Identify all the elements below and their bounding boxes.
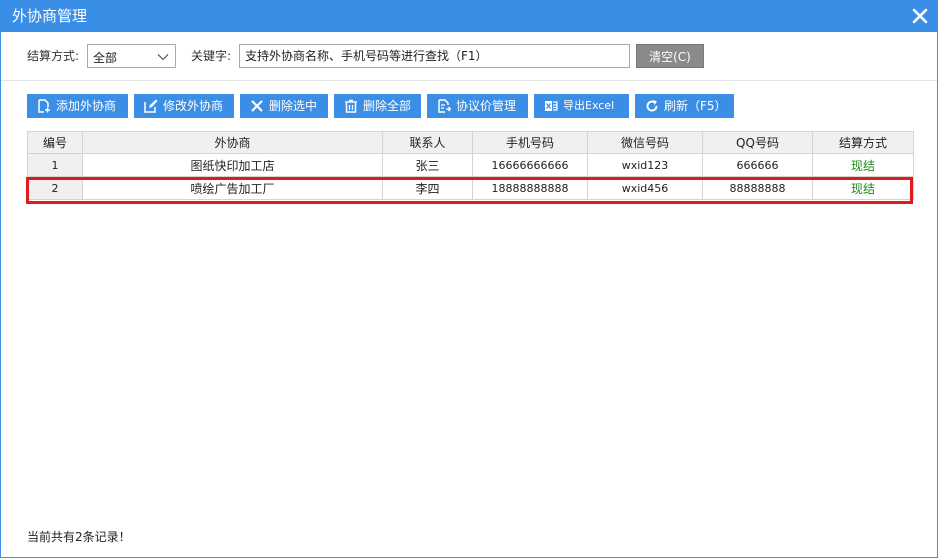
supplier-table: 编号 外协商 联系人 手机号码 微信号码 QQ号码 结算方式 1 图纸快印加工店… (27, 131, 914, 200)
excel-icon (545, 101, 558, 111)
column-header-wechat[interactable]: 微信号码 (587, 131, 703, 154)
agreed-price-label: 协议价管理 (456, 99, 517, 113)
cell-supplier: 图纸快印加工店 (82, 153, 383, 177)
title-bar: 外协商管理 (1, 1, 937, 32)
table-row[interactable]: 2 喷绘广告加工厂 李四 18888888888 wxid456 8888888… (27, 176, 914, 200)
filter-bar: 结算方式: 全部 关键字: 清空(C) (1, 32, 937, 81)
x-icon (251, 100, 263, 112)
keyword-search-input[interactable] (239, 44, 630, 68)
delete-all-button[interactable]: 删除全部 (334, 94, 421, 118)
refresh-icon (646, 100, 658, 112)
edit-supplier-label: 修改外协商 (163, 99, 224, 113)
cell-phone: 16666666666 (472, 153, 588, 177)
close-icon[interactable] (912, 8, 928, 24)
keyword-label: 关键字: (191, 49, 232, 63)
cell-qq: 666666 (702, 153, 813, 177)
table-header-row: 编号 外协商 联系人 手机号码 微信号码 QQ号码 结算方式 (27, 131, 914, 154)
column-header-qq[interactable]: QQ号码 (702, 131, 813, 154)
export-excel-label: 导出Excel (563, 99, 615, 112)
edit-supplier-button[interactable]: 修改外协商 (134, 94, 234, 118)
delete-all-label: 删除全部 (363, 99, 412, 113)
record-count-status: 当前共有2条记录！ (27, 530, 131, 544)
add-supplier-button[interactable]: 添加外协商 (27, 94, 128, 118)
window-title: 外协商管理 (12, 7, 88, 25)
column-header-supplier[interactable]: 外协商 (82, 131, 383, 154)
delete-selected-label: 删除选中 (269, 99, 318, 113)
chevron-down-icon (157, 54, 169, 61)
export-excel-button[interactable]: 导出Excel (534, 94, 629, 118)
column-header-contact[interactable]: 联系人 (382, 131, 473, 154)
cell-settlement: 现结 (812, 176, 914, 200)
settlement-select-value: 全部 (93, 51, 118, 65)
add-supplier-label: 添加外协商 (56, 99, 117, 113)
settlement-label: 结算方式: (27, 49, 80, 63)
add-file-icon (38, 99, 50, 113)
settlement-select[interactable]: 全部 (87, 44, 176, 68)
supplier-management-window: 外协商管理 结算方式: 全部 关键字: 清空(C) 添加外协商 (0, 0, 938, 558)
cell-supplier: 喷绘广告加工厂 (82, 176, 383, 200)
trash-icon (345, 99, 357, 113)
clear-button[interactable]: 清空(C) (636, 44, 704, 68)
cell-settlement: 现结 (812, 153, 914, 177)
cell-no: 1 (27, 153, 83, 177)
cell-phone: 18888888888 (472, 176, 588, 200)
column-header-no[interactable]: 编号 (27, 131, 83, 154)
delete-selected-button[interactable]: 删除选中 (240, 94, 328, 118)
cell-wechat: wxid123 (587, 153, 703, 177)
cell-contact: 李四 (382, 176, 473, 200)
cell-contact: 张三 (382, 153, 473, 177)
column-header-settlement[interactable]: 结算方式 (812, 131, 914, 154)
edit-icon (144, 99, 158, 113)
column-header-phone[interactable]: 手机号码 (472, 131, 588, 154)
cell-no: 2 (27, 176, 83, 200)
cell-wechat: wxid456 (587, 176, 703, 200)
refresh-label: 刷新（F5） (664, 99, 727, 113)
cell-qq: 88888888 (702, 176, 813, 200)
document-export-icon (438, 99, 451, 113)
refresh-button[interactable]: 刷新（F5） (635, 94, 734, 118)
agreed-price-button[interactable]: 协议价管理 (427, 94, 528, 118)
table-row[interactable]: 1 图纸快印加工店 张三 16666666666 wxid123 666666 … (27, 153, 914, 177)
